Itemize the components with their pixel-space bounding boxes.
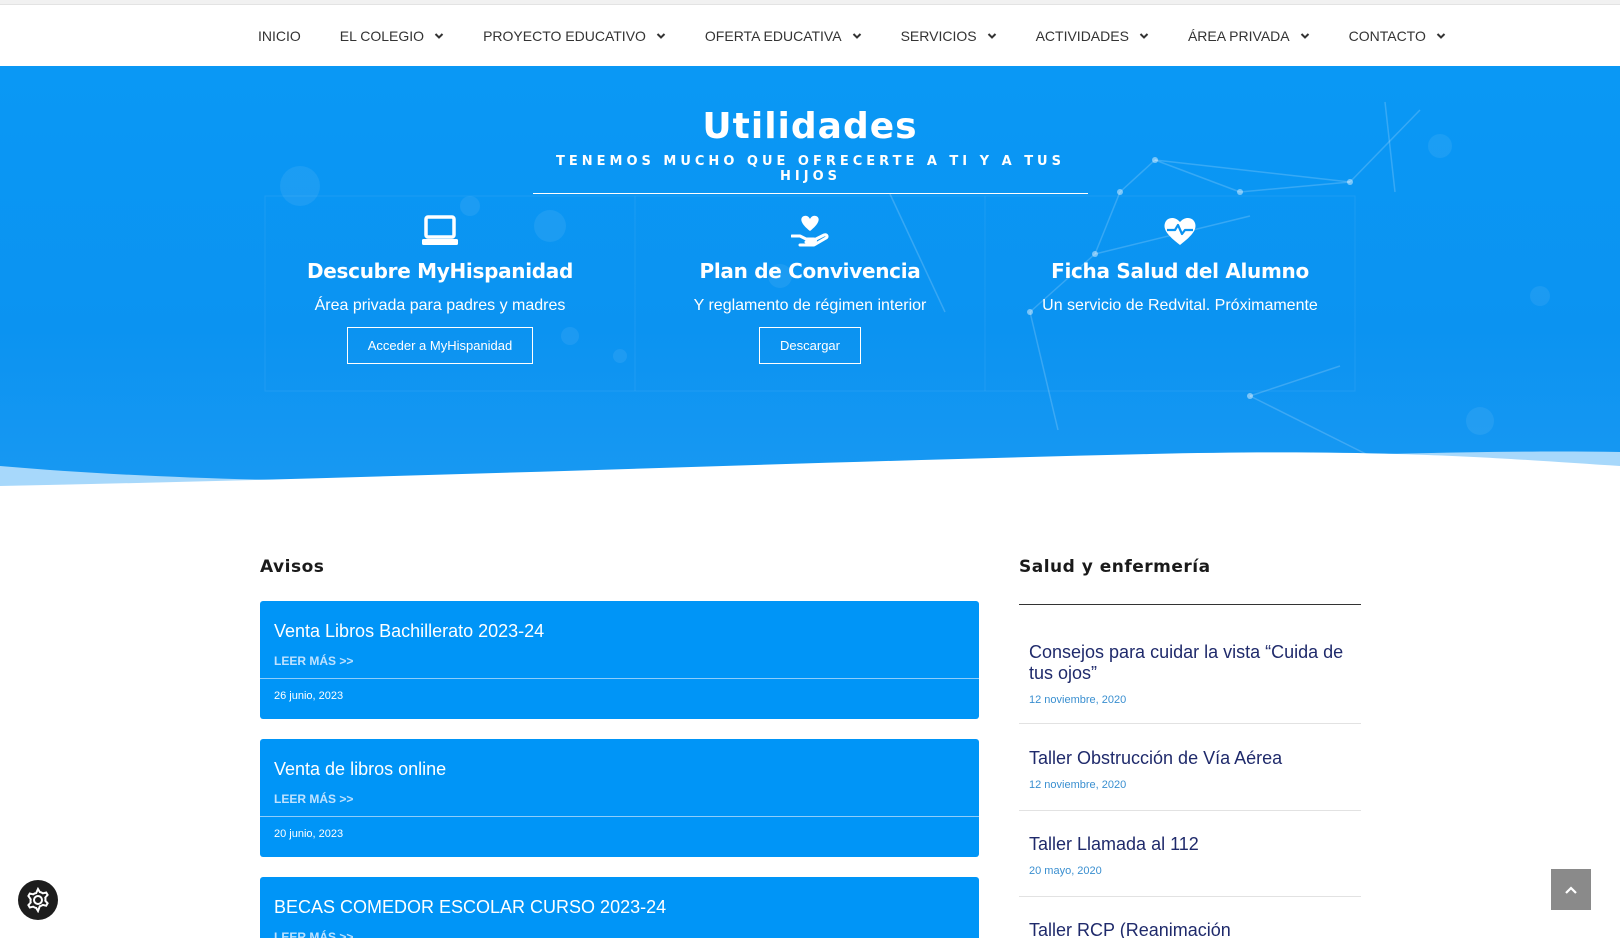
aviso-card[interactable]: Venta Libros Bachillerato 2023-24 LEER M… (260, 601, 979, 719)
acceder-myhispanidad-button[interactable]: Acceder a MyHispanidad (346, 327, 534, 364)
salud-item-date: 12 noviembre, 2020 (1029, 694, 1127, 706)
salud-item-title[interactable]: Taller Llamada al 112 (1029, 834, 1351, 855)
nav-item-label: ÁREA PRIVADA (1187, 28, 1290, 44)
back-to-top-button[interactable] (1551, 869, 1591, 910)
aviso-title[interactable]: Venta Libros Bachillerato 2023-24 (260, 601, 979, 642)
descargar-button[interactable]: Descargar (759, 327, 861, 364)
salud-title-rule (1019, 604, 1361, 605)
leer-mas-link[interactable]: LEER MÁS >> (260, 780, 979, 816)
top-border (0, 0, 1620, 5)
salud-item-date: 20 mayo, 2020 (1029, 865, 1102, 877)
chevron-down-icon (1300, 31, 1310, 41)
gear-icon (25, 887, 51, 913)
nav-item-área-privada[interactable]: ÁREA PRIVADA (1188, 28, 1310, 44)
card-plan-convivencia: Plan de Convivencia Y reglamento de régi… (630, 199, 990, 394)
leer-mas-link[interactable]: LEER MÁS >> (260, 918, 979, 938)
chevron-down-icon (1139, 31, 1149, 41)
chevron-down-icon (852, 31, 862, 41)
heartbeat-icon (1000, 211, 1360, 251)
aviso-card[interactable]: Venta de libros online LEER MÁS >> 20 ju… (260, 739, 979, 857)
aviso-date: 26 junio, 2023 (260, 678, 979, 713)
salud-list-item[interactable]: Taller RCP (Reanimación (1019, 920, 1361, 938)
nav-item-label: EL COLEGIO (339, 28, 425, 44)
chevron-down-icon (1436, 31, 1446, 41)
nav-item-label: SERVICIOS (900, 28, 977, 44)
card-title: Descubre MyHispanidad (306, 259, 574, 283)
card-title: Ficha Salud del Alumno (1051, 259, 1309, 283)
salud-item-title[interactable]: Taller Obstrucción de Vía Aérea (1029, 748, 1351, 769)
card-text: Un servicio de Redvital. Próximamente (1042, 297, 1318, 314)
nav-item-label: INICIO (258, 28, 301, 44)
nav-item-label: PROYECTO EDUCATIVO (483, 28, 646, 44)
nav-item-inicio[interactable]: INICIO (258, 28, 301, 44)
nav-item-el-colegio[interactable]: EL COLEGIO (340, 28, 444, 44)
hero-wave-divider (0, 451, 1620, 510)
chevron-down-icon (656, 31, 666, 41)
aviso-card[interactable]: BECAS COMEDOR ESCOLAR CURSO 2023-24 LEER… (260, 877, 979, 938)
chevron-down-icon (987, 31, 997, 41)
chevron-down-icon (434, 31, 444, 41)
section-title: Utilidades (702, 106, 918, 147)
laptop-icon (260, 211, 620, 251)
card-text: Área privada para padres y madres (314, 297, 566, 314)
salud-list-item[interactable]: Consejos para cuidar la vista “Cuida de … (1019, 642, 1361, 724)
salud-list-item[interactable]: Taller Obstrucción de Vía Aérea 12 novie… (1019, 748, 1361, 811)
salud-item-title[interactable]: Taller RCP (Reanimación (1029, 920, 1351, 938)
nav-item-label: CONTACTO (1348, 28, 1426, 44)
salud-item-date: 12 noviembre, 2020 (1029, 779, 1127, 791)
nav-item-servicios[interactable]: SERVICIOS (901, 28, 997, 44)
chevron-up-icon (1564, 885, 1578, 895)
card-myhispanidad: Descubre MyHispanidad Área privada para … (260, 199, 620, 394)
salud-list-item[interactable]: Taller Llamada al 112 20 mayo, 2020 (1019, 834, 1361, 897)
salud-item-title[interactable]: Consejos para cuidar la vista “Cuida de … (1029, 642, 1351, 684)
main-nav: INICIO EL COLEGIO PROYECTO EDUCATIVO OFERTA… (0, 6, 1620, 66)
nav-item-label: OFERTA EDUCATIVA (704, 28, 842, 44)
nav-item-label: ACTIVIDADES (1035, 28, 1129, 44)
aviso-title[interactable]: Venta de libros online (260, 739, 979, 780)
section-subtitle: TENEMOS MUCHO QUE OFRECERTE A TI Y A TUS… (533, 154, 1088, 194)
nav-item-oferta-educativa[interactable]: OFERTA EDUCATIVA (705, 28, 862, 44)
nav-item-proyecto-educativo[interactable]: PROYECTO EDUCATIVO (483, 28, 666, 44)
cookie-settings-button[interactable] (18, 880, 58, 920)
card-title: Plan de Convivencia (699, 259, 921, 283)
card-ficha-salud: Ficha Salud del Alumno Un servicio de Re… (1000, 199, 1360, 394)
aviso-date: 20 junio, 2023 (260, 816, 979, 851)
leer-mas-link[interactable]: LEER MÁS >> (260, 642, 979, 678)
salud-title: Salud y enfermería (1019, 557, 1211, 577)
nav-item-actividades[interactable]: ACTIVIDADES (1036, 28, 1149, 44)
hand-heart-icon (630, 211, 990, 251)
card-text: Y reglamento de régimen interior (693, 297, 927, 314)
aviso-title[interactable]: BECAS COMEDOR ESCOLAR CURSO 2023-24 (260, 877, 979, 918)
nav-item-contacto[interactable]: CONTACTO (1349, 28, 1446, 44)
avisos-title: Avisos (260, 557, 325, 577)
